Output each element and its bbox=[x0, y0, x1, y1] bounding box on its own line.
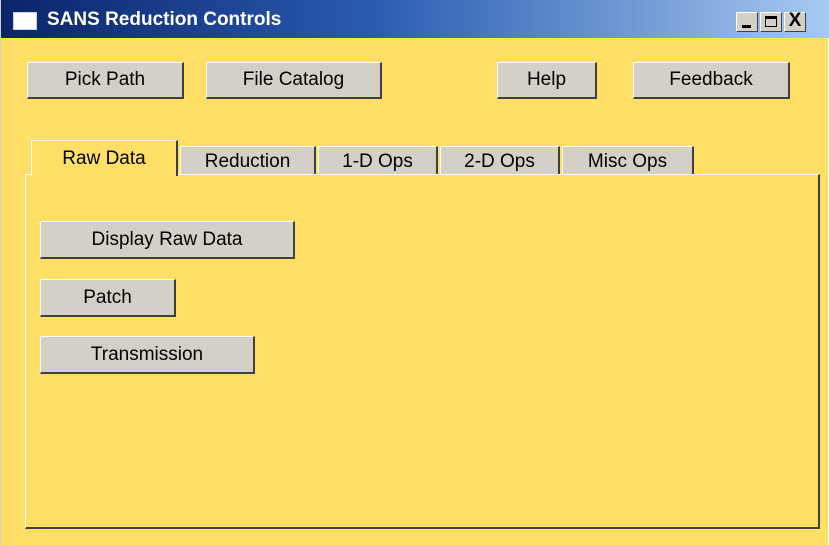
minimize-button[interactable] bbox=[736, 12, 758, 32]
maximize-icon bbox=[765, 16, 777, 27]
tab-reduction[interactable]: Reduction bbox=[180, 146, 316, 176]
title-bar[interactable]: SANS Reduction Controls X bbox=[1, 0, 829, 38]
window-app-icon bbox=[13, 12, 37, 30]
tab-1d-ops[interactable]: 1-D Ops bbox=[318, 146, 438, 176]
minimize-icon bbox=[742, 25, 751, 28]
patch-button[interactable]: Patch bbox=[40, 279, 176, 317]
tab-2d-ops[interactable]: 2-D Ops bbox=[440, 146, 560, 176]
close-button[interactable]: X bbox=[784, 10, 806, 32]
tab-raw-data[interactable]: Raw Data bbox=[31, 140, 178, 176]
feedback-button[interactable]: Feedback bbox=[633, 62, 790, 99]
sans-reduction-window: SANS Reduction Controls X Pick Path File… bbox=[0, 0, 829, 545]
window-title: SANS Reduction Controls bbox=[47, 9, 282, 30]
display-raw-data-button[interactable]: Display Raw Data bbox=[40, 221, 295, 259]
transmission-button[interactable]: Transmission bbox=[40, 336, 255, 374]
help-button[interactable]: Help bbox=[497, 62, 597, 99]
pick-path-button[interactable]: Pick Path bbox=[27, 62, 184, 99]
maximize-button[interactable] bbox=[760, 12, 782, 32]
close-icon: X bbox=[788, 10, 802, 31]
file-catalog-button[interactable]: File Catalog bbox=[206, 62, 382, 99]
tab-misc-ops[interactable]: Misc Ops bbox=[562, 146, 694, 176]
